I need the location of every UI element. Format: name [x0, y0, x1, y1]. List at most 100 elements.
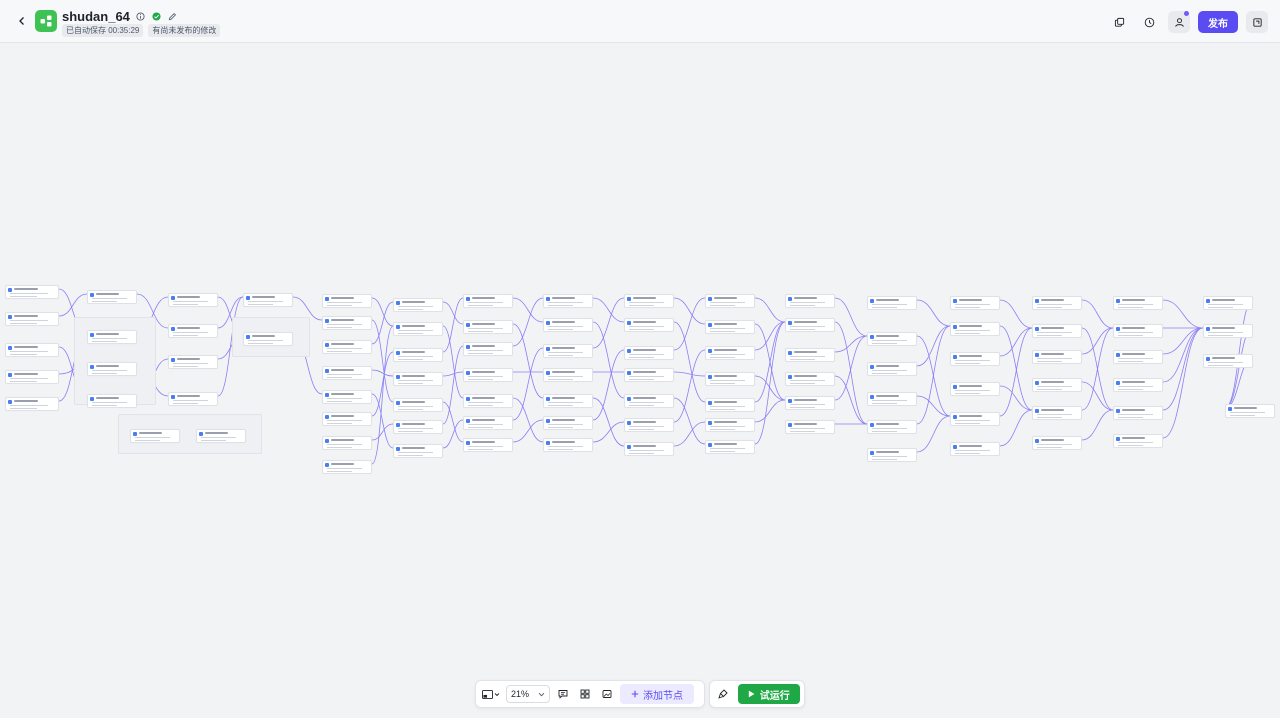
workflow-node[interactable]	[1113, 296, 1163, 310]
workflow-node[interactable]	[393, 444, 443, 458]
workflow-node[interactable]	[393, 298, 443, 312]
workflow-node[interactable]	[705, 294, 755, 308]
workflow-node[interactable]	[785, 318, 835, 332]
workflow-node[interactable]	[543, 438, 593, 452]
workflow-node[interactable]	[322, 294, 372, 308]
workflow-node[interactable]	[393, 348, 443, 362]
workflow-node[interactable]	[705, 440, 755, 454]
more-button[interactable]	[1246, 11, 1268, 33]
workflow-node[interactable]	[1203, 354, 1253, 368]
workflow-node[interactable]	[5, 312, 59, 326]
workflow-node[interactable]	[705, 346, 755, 360]
workflow-node[interactable]	[950, 352, 1000, 366]
copy-button[interactable]	[1108, 11, 1130, 33]
workflow-node[interactable]	[950, 322, 1000, 336]
zoom-select[interactable]: 21%	[506, 685, 550, 703]
image-button[interactable]	[598, 684, 616, 704]
workflow-node[interactable]	[1032, 324, 1082, 338]
workflow-node[interactable]	[1113, 378, 1163, 392]
workflow-node[interactable]	[867, 420, 917, 434]
workflow-node[interactable]	[168, 355, 218, 369]
workflow-node[interactable]	[5, 397, 59, 411]
workflow-node[interactable]	[1225, 404, 1275, 418]
edit-icon[interactable]	[167, 11, 178, 22]
workflow-node[interactable]	[1032, 378, 1082, 392]
workflow-node[interactable]	[867, 362, 917, 376]
workflow-node[interactable]	[243, 293, 293, 307]
add-node-button[interactable]: 添加节点	[620, 684, 694, 704]
workflow-node[interactable]	[543, 344, 593, 358]
workflow-node[interactable]	[785, 348, 835, 362]
workflow-node[interactable]	[1032, 350, 1082, 364]
history-button[interactable]	[1138, 11, 1160, 33]
clean-button[interactable]	[714, 684, 732, 704]
minimap-toggle[interactable]	[480, 684, 502, 704]
collaborator-button[interactable]	[1168, 11, 1190, 33]
workflow-node[interactable]	[87, 362, 137, 376]
workflow-node[interactable]	[1032, 406, 1082, 420]
workflow-node[interactable]	[168, 392, 218, 406]
test-run-button[interactable]: 试运行	[737, 684, 800, 704]
layout-button[interactable]	[576, 684, 594, 704]
workflow-node[interactable]	[705, 418, 755, 432]
workflow-node[interactable]	[1113, 350, 1163, 364]
workflow-node[interactable]	[1113, 434, 1163, 448]
workflow-node[interactable]	[463, 294, 513, 308]
workflow-node[interactable]	[463, 394, 513, 408]
workflow-node[interactable]	[624, 294, 674, 308]
workflow-node[interactable]	[463, 416, 513, 430]
workflow-node[interactable]	[624, 418, 674, 432]
workflow-node[interactable]	[1113, 406, 1163, 420]
workflow-node[interactable]	[867, 392, 917, 406]
workflow-node[interactable]	[543, 318, 593, 332]
workflow-node[interactable]	[1032, 436, 1082, 450]
info-icon[interactable]	[135, 11, 146, 22]
workflow-node[interactable]	[463, 368, 513, 382]
workflow-node[interactable]	[243, 332, 293, 346]
publish-button[interactable]: 发布	[1198, 11, 1238, 33]
workflow-node[interactable]	[624, 346, 674, 360]
workflow-node[interactable]	[624, 442, 674, 456]
workflow-node[interactable]	[393, 398, 443, 412]
workflow-node[interactable]	[87, 394, 137, 408]
workflow-node[interactable]	[1032, 296, 1082, 310]
workflow-node[interactable]	[705, 372, 755, 386]
workflow-node[interactable]	[322, 316, 372, 330]
workflow-node[interactable]	[543, 294, 593, 308]
workflow-node[interactable]	[1203, 296, 1253, 310]
workflow-node[interactable]	[463, 438, 513, 452]
workflow-node[interactable]	[196, 429, 246, 443]
workflow-node[interactable]	[322, 436, 372, 450]
comment-button[interactable]	[554, 684, 572, 704]
workflow-node[interactable]	[1113, 324, 1163, 338]
workflow-node[interactable]	[867, 332, 917, 346]
workflow-node[interactable]	[950, 296, 1000, 310]
workflow-node[interactable]	[322, 460, 372, 474]
workflow-node[interactable]	[705, 398, 755, 412]
workflow-node[interactable]	[867, 296, 917, 310]
workflow-node[interactable]	[624, 368, 674, 382]
workflow-node[interactable]	[393, 420, 443, 434]
workflow-node[interactable]	[624, 394, 674, 408]
workflow-node[interactable]	[543, 368, 593, 382]
workflow-node[interactable]	[168, 324, 218, 338]
workflow-node[interactable]	[463, 320, 513, 334]
workflow-node[interactable]	[785, 420, 835, 434]
workflow-node[interactable]	[463, 342, 513, 356]
workflow-node[interactable]	[393, 372, 443, 386]
workflow-canvas[interactable]	[0, 44, 1280, 718]
workflow-node[interactable]	[130, 429, 180, 443]
workflow-node[interactable]	[5, 343, 59, 357]
workflow-node[interactable]	[705, 320, 755, 334]
workflow-node[interactable]	[322, 390, 372, 404]
workflow-node[interactable]	[950, 442, 1000, 456]
workflow-node[interactable]	[785, 396, 835, 410]
workflow-node[interactable]	[867, 448, 917, 462]
workflow-node[interactable]	[5, 285, 59, 299]
workflow-node[interactable]	[87, 330, 137, 344]
workflow-node[interactable]	[543, 416, 593, 430]
workflow-node[interactable]	[785, 294, 835, 308]
workflow-node[interactable]	[322, 412, 372, 426]
workflow-node[interactable]	[1203, 324, 1253, 338]
workflow-node[interactable]	[393, 322, 443, 336]
